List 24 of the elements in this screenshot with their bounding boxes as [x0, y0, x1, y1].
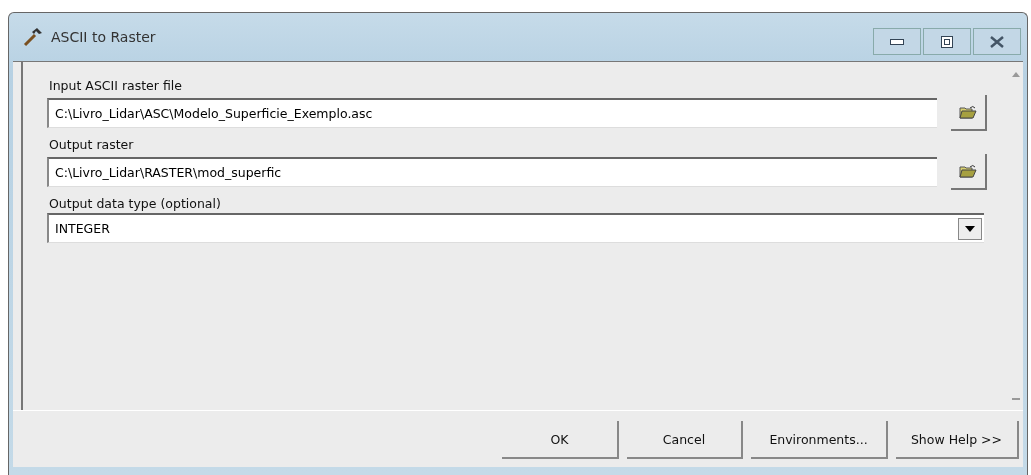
path-field[interactable]: C:\Livro_Lidar\ASC\Modelo_Superficie_Exemplo.asc [47, 98, 937, 128]
field-label: Output data type (optional) [48, 195, 221, 213]
dropdown-arrow-button[interactable] [958, 217, 982, 240]
minimize-icon [890, 38, 904, 45]
hammer-icon [23, 27, 45, 47]
dialog-button[interactable]: Environments... [751, 421, 888, 459]
field-label: Input ASCII raster file [48, 77, 182, 95]
scroll-mark-icon [1012, 398, 1020, 400]
window-title: ASCII to Raster [51, 29, 156, 45]
folder-icon [959, 104, 977, 120]
dropdown-value: INTEGER [55, 220, 110, 238]
field-label: Output raster [48, 136, 134, 154]
dialog-button[interactable]: OK [502, 421, 619, 459]
minimize-button[interactable] [873, 28, 921, 55]
maximize-icon [941, 35, 953, 48]
path-field[interactable]: C:\Livro_Lidar\RASTER\mod_superfic [47, 157, 937, 187]
dialog-button[interactable]: Cancel [627, 421, 743, 459]
dialog-button[interactable]: Show Help >> [896, 421, 1019, 459]
folder-icon [959, 163, 977, 179]
maximize-button[interactable] [923, 28, 971, 55]
close-icon [990, 35, 1004, 48]
close-button[interactable] [973, 28, 1021, 55]
dropdown-field[interactable]: INTEGER [47, 213, 984, 243]
caret-icon [965, 225, 975, 232]
